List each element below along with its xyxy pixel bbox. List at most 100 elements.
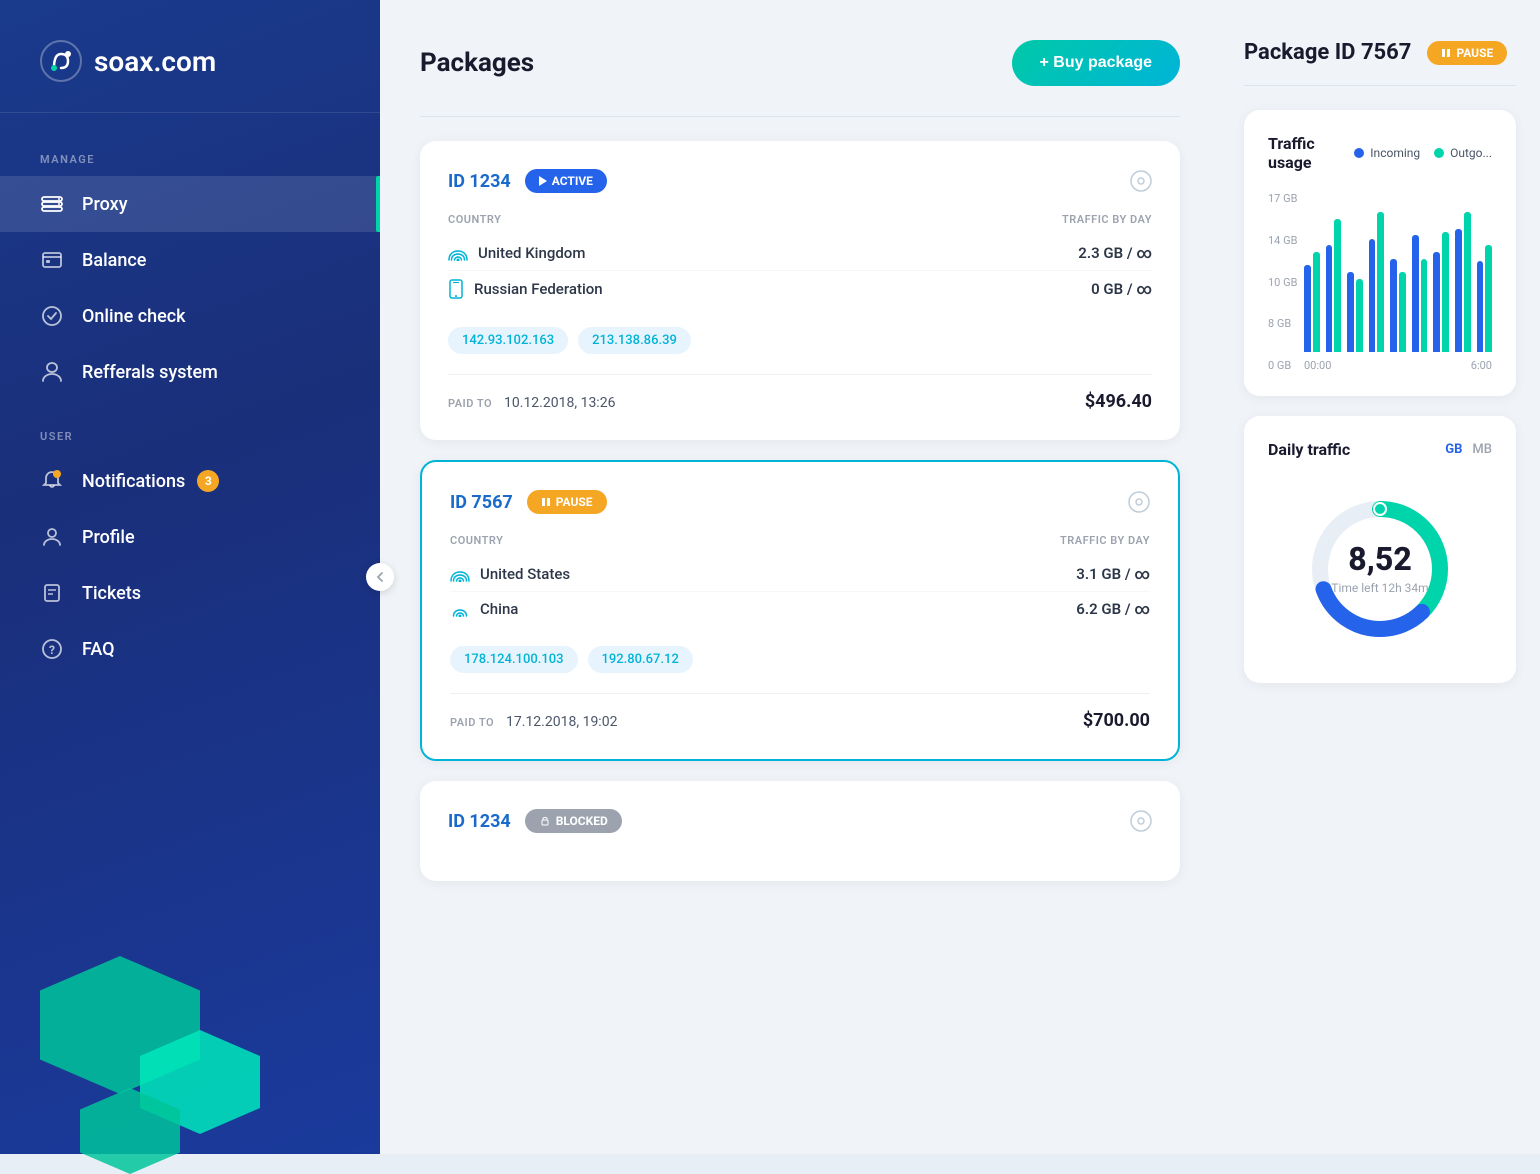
traffic-legend: Incoming Outgo... [1354,146,1492,160]
sidebar-item-faq[interactable]: ? FAQ [0,621,380,677]
gb-unit-button[interactable]: GB [1445,442,1462,457]
sidebar-item-tickets[interactable]: Tickets [0,565,380,621]
referrals-icon [40,360,64,384]
daily-traffic-card: Daily traffic GB MB 8,52 Time left 12h 3… [1244,416,1516,683]
outgoing-bar [1399,272,1406,352]
logo-area: soax.com [0,0,380,113]
bar-group [1390,259,1406,352]
incoming-bar [1412,235,1419,352]
online-check-label: Online check [82,306,186,327]
country-row-russia: Russian Federation 0 GB / ∞ [448,270,1152,307]
package-id: ID 1234 [448,811,511,832]
traffic-chart: 17 GB 14 GB 10 GB 8 GB 0 GB 00:00 6:00 [1268,192,1492,372]
package-detail-title: Package ID 7567 [1244,40,1411,65]
country-name-uk: United Kingdom [478,244,585,262]
card-header: ID 1234 ACTIVE [448,169,1152,193]
notifications-icon [40,469,64,493]
daily-header: Daily traffic GB MB [1268,440,1492,459]
sidebar-item-proxy[interactable]: Proxy [0,176,380,232]
logo-text: soax.com [94,45,216,78]
country-row-china: China 6.2 GB / ∞ [450,591,1150,626]
mb-unit-button[interactable]: MB [1472,442,1492,457]
proxy-label: Proxy [82,194,128,215]
ip-tag: 178.124.100.103 [450,646,578,673]
outgoing-bar [1442,232,1449,352]
outgoing-bar [1464,212,1471,352]
incoming-dot [1354,148,1364,158]
logo-icon [40,40,82,82]
wifi-icon [450,566,470,582]
referrals-label: Refferals system [82,362,218,383]
outgoing-dot [1434,148,1444,158]
bar-group [1347,272,1363,352]
card-settings-icon[interactable] [1128,491,1150,513]
traffic-uk: 2.3 GB / ∞ [1078,244,1152,262]
incoming-bar [1455,229,1462,352]
tickets-icon [40,581,64,605]
package-card-1234-blocked: ID 1234 BLOCKED [420,781,1180,881]
country-row-us: United States 3.1 GB / ∞ [450,557,1150,591]
right-panel-pause-badge: PAUSE [1427,41,1507,65]
card-settings-icon[interactable] [1130,810,1152,832]
y-axis-labels: 17 GB 14 GB 10 GB 8 GB 0 GB [1268,192,1297,372]
outgoing-bar [1313,252,1320,352]
paid-to-date: 17.12.2018, 19:02 [506,714,617,730]
ip-tag: 192.80.67.12 [588,646,693,673]
bar-group [1304,252,1320,352]
country-row-uk: United Kingdom 2.3 GB / ∞ [448,236,1152,270]
card-settings-icon[interactable] [1130,170,1152,192]
traffic-usage-card: Traffic usage Incoming Outgo... 17 GB 14… [1244,110,1516,396]
traffic-header: Traffic usage Incoming Outgo... [1268,134,1492,172]
profile-icon [40,525,64,549]
status-badge-blocked: BLOCKED [525,809,622,833]
paid-to-label: PAID TO [450,716,494,729]
daily-title: Daily traffic [1268,440,1350,459]
package-card-1234-active: ID 1234 ACTIVE COUNTRY TRAFFIC BY DAY [420,141,1180,440]
countries-section: COUNTRY TRAFFIC BY DAY United Kingdom [448,213,1152,307]
package-detail-header: Package ID 7567 PAUSE [1244,40,1516,65]
balance-icon [40,248,64,272]
traffic-col-label: TRAFFIC BY DAY [1060,534,1150,547]
user-label: USER [0,430,380,443]
right-panel: Package ID 7567 PAUSE Traffic usage Inco… [1220,0,1540,1154]
incoming-bar [1390,259,1397,352]
incoming-bar [1347,272,1354,352]
country-name-russia: Russian Federation [474,280,603,298]
sidebar-item-profile[interactable]: Profile [0,509,380,565]
right-divider [1244,85,1516,86]
sidebar-item-balance[interactable]: Balance [0,232,380,288]
sidebar-item-referrals[interactable]: Refferals system [0,344,380,400]
buy-package-button[interactable]: + Buy package [1012,40,1181,86]
bar-group [1326,219,1342,352]
packages-title: Packages [420,48,534,78]
outgoing-bar [1334,219,1341,352]
countries-section: COUNTRY TRAFFIC BY DAY United States [450,534,1150,626]
ip-tags-2: 178.124.100.103 192.80.67.12 [450,646,1150,673]
ip-tag: 142.93.102.163 [448,327,568,354]
sidebar: soax.com MANAGE Proxy [0,0,380,1154]
outgoing-legend: Outgo... [1434,146,1492,160]
bar-group [1433,232,1449,352]
status-badge-pause: PAUSE [527,490,607,514]
tickets-label: Tickets [82,583,141,604]
bar-group [1369,212,1385,352]
sidebar-item-online-check[interactable]: Online check [0,288,380,344]
bar-group [1455,212,1471,352]
donut-value: 8,52 [1331,543,1428,575]
notification-badge: 3 [197,470,219,492]
traffic-col-label: TRAFFIC BY DAY [1062,213,1152,226]
proxy-icon [40,192,64,216]
manage-label: MANAGE [0,153,380,166]
header-divider [420,116,1180,117]
faq-icon: ? [40,637,64,661]
collapse-sidebar-button[interactable] [366,563,394,591]
status-badge-active: ACTIVE [525,169,607,193]
outgoing-bar [1377,212,1384,352]
package-id: ID 7567 [450,492,513,513]
wifi-icon [448,245,468,261]
incoming-legend: Incoming [1354,146,1420,160]
traffic-title: Traffic usage [1268,134,1354,172]
outgoing-bar [1421,259,1428,352]
sidebar-item-notifications[interactable]: Notifications 3 [0,453,380,509]
traffic-us: 3.1 GB / ∞ [1076,565,1150,583]
